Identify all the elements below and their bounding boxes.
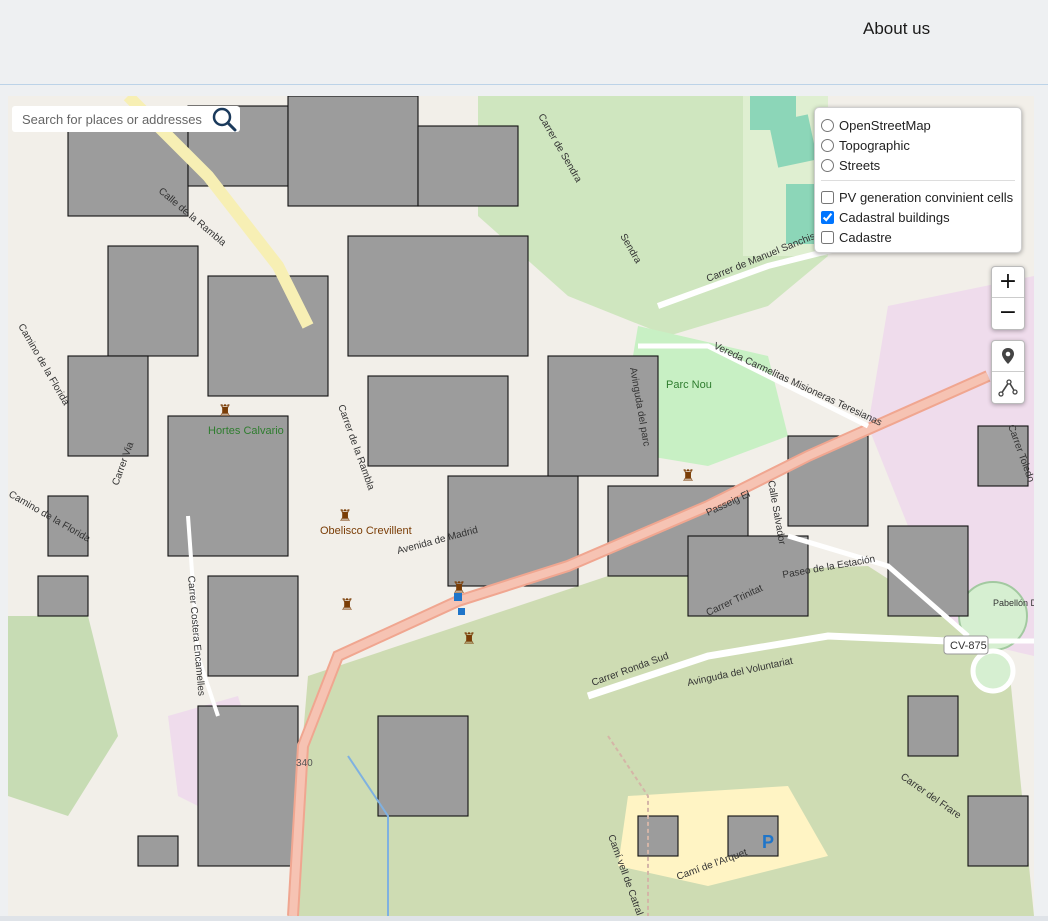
base-layer-label: Streets (839, 157, 881, 173)
building-cluster (207, 275, 329, 397)
base-layer-radio[interactable] (821, 138, 834, 152)
cv875-label: CV-875 (950, 640, 987, 652)
overlay-checkbox[interactable] (821, 210, 834, 224)
search-box (12, 106, 240, 132)
zoom-control: + − (991, 266, 1025, 330)
draw-marker-button[interactable] (992, 341, 1024, 372)
draw-polyline-button[interactable] (992, 372, 1024, 402)
search-button[interactable] (210, 106, 238, 132)
parking-icon: P (762, 832, 774, 852)
building-cluster (367, 375, 509, 467)
bus-stop-icon (458, 608, 465, 615)
building-cluster (167, 415, 289, 557)
marker-icon (1002, 348, 1014, 364)
building-cluster (907, 695, 959, 757)
building-cluster (417, 125, 519, 207)
monument-icon: ♜ (218, 403, 232, 420)
base-layer-label: Topographic (839, 137, 910, 153)
roundabout (970, 648, 1016, 694)
base-layer-radio[interactable] (821, 158, 834, 172)
overlay-label: Cadastral buildings (839, 209, 950, 225)
monument-icon: ♜ (340, 597, 354, 614)
bus-stop-icon (454, 593, 462, 601)
label-obelisco: Obelisco Crevillent (320, 525, 412, 537)
overlay-label: PV generation convinient cells (839, 189, 1014, 205)
top-navigation-bar: About us (0, 0, 1048, 85)
building-cluster (107, 245, 199, 357)
base-layer-label: OpenStreetMap (839, 117, 931, 133)
polyline-icon (998, 379, 1018, 397)
overlay-cadastre[interactable]: Cadastre (815, 227, 1021, 247)
monument-icon: ♜ (462, 631, 476, 648)
zoom-in-button[interactable]: + (992, 267, 1024, 298)
about-us-link[interactable]: About us (863, 19, 930, 39)
zoom-out-button[interactable]: − (992, 298, 1024, 328)
label-parc-nou: Parc Nou (666, 379, 712, 391)
overlay-checkbox[interactable] (821, 190, 834, 204)
base-layer-streets[interactable]: Streets (815, 155, 1021, 175)
bottom-strip (0, 916, 1048, 921)
overlay-label: Cadastre (839, 229, 892, 245)
road-shield-cv875: CV-875 (943, 635, 989, 655)
building-cluster (347, 235, 529, 357)
base-layer-radio[interactable] (821, 118, 834, 132)
search-input[interactable] (12, 110, 214, 128)
overlay-checkbox[interactable] (821, 230, 834, 244)
label-hortas: Hortes Calvario (208, 425, 284, 437)
label-pabellon: Pabellón Deportivo Félix Candela (993, 598, 1034, 608)
overlay-pv-cells[interactable]: PV generation convinient cells (815, 187, 1021, 207)
building-cluster (287, 96, 419, 207)
building-cluster (207, 575, 299, 677)
building-cluster (377, 715, 469, 817)
label-road-number: 340 (296, 758, 313, 769)
base-layer-openstreetmap[interactable]: OpenStreetMap (815, 115, 1021, 135)
search-icon (212, 107, 237, 132)
overlay-cadastral-buildings[interactable]: Cadastral buildings (815, 207, 1021, 227)
layers-divider (821, 180, 1015, 181)
building-cluster (37, 575, 89, 617)
building-cluster (637, 815, 679, 857)
building-cluster (967, 795, 1029, 867)
monument-icon: ♜ (681, 468, 695, 485)
building-cluster (197, 705, 299, 867)
layers-panel: OpenStreetMap Topographic Streets PV gen… (814, 107, 1022, 253)
monument-icon: ♜ (338, 508, 352, 525)
base-layer-topographic[interactable]: Topographic (815, 135, 1021, 155)
building-cluster (137, 835, 179, 867)
draw-tools (991, 340, 1025, 404)
building-cluster (67, 355, 149, 457)
